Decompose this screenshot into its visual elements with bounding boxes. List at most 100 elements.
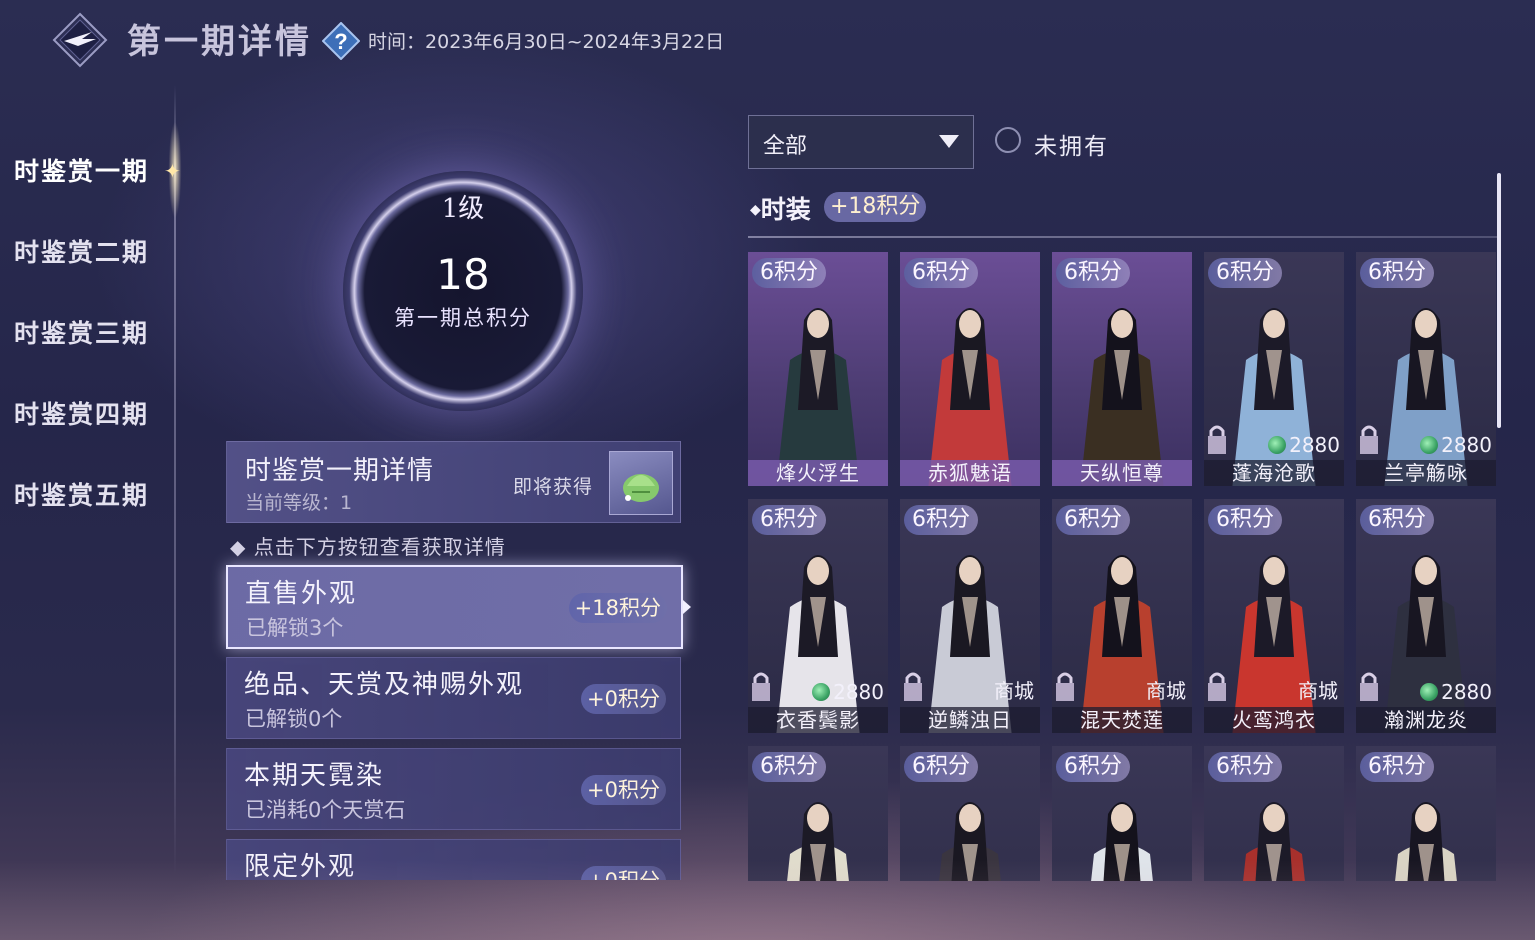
category-limited[interactable]: 限定外观 +0积分 bbox=[226, 839, 681, 880]
page-title: 第一期详情 bbox=[127, 22, 312, 62]
period-label: 时间： bbox=[368, 31, 426, 53]
costume-score-badge: 6积分 bbox=[1360, 752, 1434, 782]
period-detail-card[interactable]: 时鉴赏一期详情 当前等级：1 即将获得 bbox=[226, 441, 681, 523]
costume-price-value: 2880 bbox=[1441, 680, 1492, 704]
costume-shop-tag: 商城 bbox=[1146, 679, 1186, 703]
costume-card[interactable]: 6积分商城混天焚莲 bbox=[1052, 499, 1192, 733]
costume-name: 逆鳞浊日 bbox=[900, 707, 1040, 733]
costume-score-badge: 6积分 bbox=[752, 752, 826, 782]
costume-score-badge: 6积分 bbox=[1360, 258, 1434, 288]
costume-card[interactable]: 6积分 bbox=[900, 746, 1040, 881]
jade-coin-icon bbox=[1268, 436, 1287, 454]
lock-icon bbox=[1360, 672, 1378, 701]
category-direct-sale[interactable]: 直售外观 已解锁3个 +18积分 bbox=[226, 565, 683, 649]
nav-item-period-3[interactable]: 时鉴赏三期 bbox=[14, 314, 149, 350]
costume-card[interactable]: 6积分烽火浮生 bbox=[748, 252, 888, 486]
costume-figure-image bbox=[1243, 802, 1305, 881]
costume-score-badge: 6积分 bbox=[904, 505, 978, 535]
costume-price-value: 2880 bbox=[833, 680, 884, 704]
costume-card[interactable]: 6积分 bbox=[1204, 746, 1344, 881]
not-owned-label[interactable]: 未拥有 bbox=[1034, 127, 1109, 161]
lock-icon bbox=[1208, 672, 1226, 701]
costume-card[interactable]: 6积分 2880 兰亭觞咏 bbox=[1356, 252, 1496, 486]
zongzi-icon bbox=[623, 474, 659, 502]
costume-name: 衣香鬓影 bbox=[748, 707, 888, 733]
costume-price-value: 2880 bbox=[1441, 433, 1492, 457]
costume-card[interactable]: 6积分 赤狐魅语 bbox=[900, 252, 1040, 486]
category-selected-arrow-icon bbox=[683, 600, 691, 614]
costume-score-badge: 6积分 bbox=[904, 752, 978, 782]
costume-figure-image bbox=[1091, 802, 1153, 881]
period-value: 2023年6月30日~2024年3月22日 bbox=[425, 31, 725, 53]
category-points: +0积分 bbox=[581, 684, 666, 714]
help-button[interactable]: ? bbox=[321, 21, 361, 61]
costume-card[interactable]: 6积分 bbox=[748, 746, 888, 881]
chevron-down-icon bbox=[939, 135, 959, 148]
lock-icon bbox=[752, 672, 770, 701]
costume-card[interactable]: 6积分 bbox=[1052, 746, 1192, 881]
upcoming-reward-icon[interactable] bbox=[609, 451, 673, 515]
nav-item-period-2[interactable]: 时鉴赏二期 bbox=[14, 233, 149, 269]
jade-coin-icon bbox=[1420, 683, 1439, 701]
filter-dropdown[interactable]: 全部 bbox=[748, 115, 974, 169]
level-label: 1级 bbox=[441, 194, 485, 224]
category-title: 直售外观 bbox=[245, 579, 358, 609]
category-points: +0积分 bbox=[581, 775, 666, 805]
costume-card[interactable]: 6积分 bbox=[1356, 746, 1496, 881]
total-points-label: 第一期总积分 bbox=[394, 306, 532, 330]
nav-item-period-1[interactable]: 时鉴赏一期 bbox=[14, 152, 149, 188]
costume-price: 2880 bbox=[812, 680, 884, 704]
costume-figure-image bbox=[1395, 802, 1457, 881]
costume-score-badge: 6积分 bbox=[1056, 258, 1130, 288]
lock-icon bbox=[1360, 425, 1378, 454]
nav-item-period-4[interactable]: 时鉴赏四期 bbox=[14, 395, 149, 431]
event-period: 时间：2023年6月30日~2024年3月22日 bbox=[368, 27, 724, 54]
nav-active-marker-icon: ✦ bbox=[164, 159, 181, 183]
costume-card[interactable]: 6积分 2880 衣香鬓影 bbox=[748, 499, 888, 733]
costume-figure-image bbox=[787, 802, 849, 881]
not-owned-toggle[interactable] bbox=[995, 127, 1021, 153]
category-dye[interactable]: 本期天霓染 已消耗0个天赏石 +0积分 bbox=[226, 748, 681, 830]
costume-price: 2880 bbox=[1420, 680, 1492, 704]
nav-item-period-5[interactable]: 时鉴赏五期 bbox=[14, 476, 149, 512]
costume-grid: 6积分 烽火浮生 6积分 赤狐魅语 6积分 天纵恒尊 6积分 2880 蓬海沧歌 6积分 2880 兰… bbox=[748, 252, 1500, 881]
svg-text:?: ? bbox=[334, 29, 347, 54]
category-title: 绝品、天赏及神赐外观 bbox=[244, 670, 525, 700]
category-title: 本期天霓染 bbox=[244, 761, 385, 791]
costume-name: 天纵恒尊 bbox=[1052, 460, 1192, 486]
costume-price-value: 2880 bbox=[1289, 433, 1340, 457]
costume-name: 烽火浮生 bbox=[748, 460, 888, 486]
costume-shop-tag: 商城 bbox=[994, 679, 1034, 703]
category-premium[interactable]: 绝品、天赏及神赐外观 已解锁0个 +0积分 bbox=[226, 657, 681, 739]
back-button[interactable] bbox=[52, 12, 108, 68]
costume-name: 火鸾鸿衣 bbox=[1204, 707, 1344, 733]
costume-score-badge: 6积分 bbox=[1056, 505, 1130, 535]
costume-card[interactable]: 6积分 2880 蓬海沧歌 bbox=[1204, 252, 1344, 486]
total-points: 18 bbox=[436, 250, 490, 299]
costume-score-badge: 6积分 bbox=[1208, 752, 1282, 782]
costume-score-badge: 6积分 bbox=[752, 258, 826, 288]
section-title-text: 时装 bbox=[760, 195, 811, 224]
section-divider bbox=[748, 236, 1498, 238]
lock-icon bbox=[904, 672, 922, 701]
category-list-clip: 限定外观 +0积分 bbox=[226, 835, 682, 880]
section-points: +18积分 bbox=[824, 192, 927, 222]
costume-score-badge: 6积分 bbox=[1208, 258, 1282, 288]
lock-icon bbox=[1208, 425, 1226, 454]
costume-name: 瀚渊龙炎 bbox=[1356, 707, 1496, 733]
costume-figure-image bbox=[1080, 308, 1164, 486]
costume-score-badge: 6积分 bbox=[1208, 505, 1282, 535]
diamond-bullet-icon: ◆ bbox=[750, 202, 761, 218]
hint-text: ◆ 点击下方按钮查看获取详情 bbox=[230, 535, 506, 559]
back-arrow-icon bbox=[52, 12, 108, 68]
upcoming-reward-label: 即将获得 bbox=[513, 476, 594, 498]
costume-score-badge: 6积分 bbox=[1056, 752, 1130, 782]
costume-score-badge: 6积分 bbox=[1360, 505, 1434, 535]
costume-card[interactable]: 6积分商城逆鳞浊日 bbox=[900, 499, 1040, 733]
costume-card[interactable]: 6积分天纵恒尊 bbox=[1052, 252, 1192, 486]
costume-card[interactable]: 6积分 商城 火鸾鸿衣 bbox=[1204, 499, 1344, 733]
costume-name: 混天焚莲 bbox=[1052, 707, 1192, 733]
current-level: 当前等级：1 bbox=[245, 492, 353, 514]
costume-figure-image bbox=[776, 308, 860, 486]
costume-card[interactable]: 6积分 2880 瀚渊龙炎 bbox=[1356, 499, 1496, 733]
